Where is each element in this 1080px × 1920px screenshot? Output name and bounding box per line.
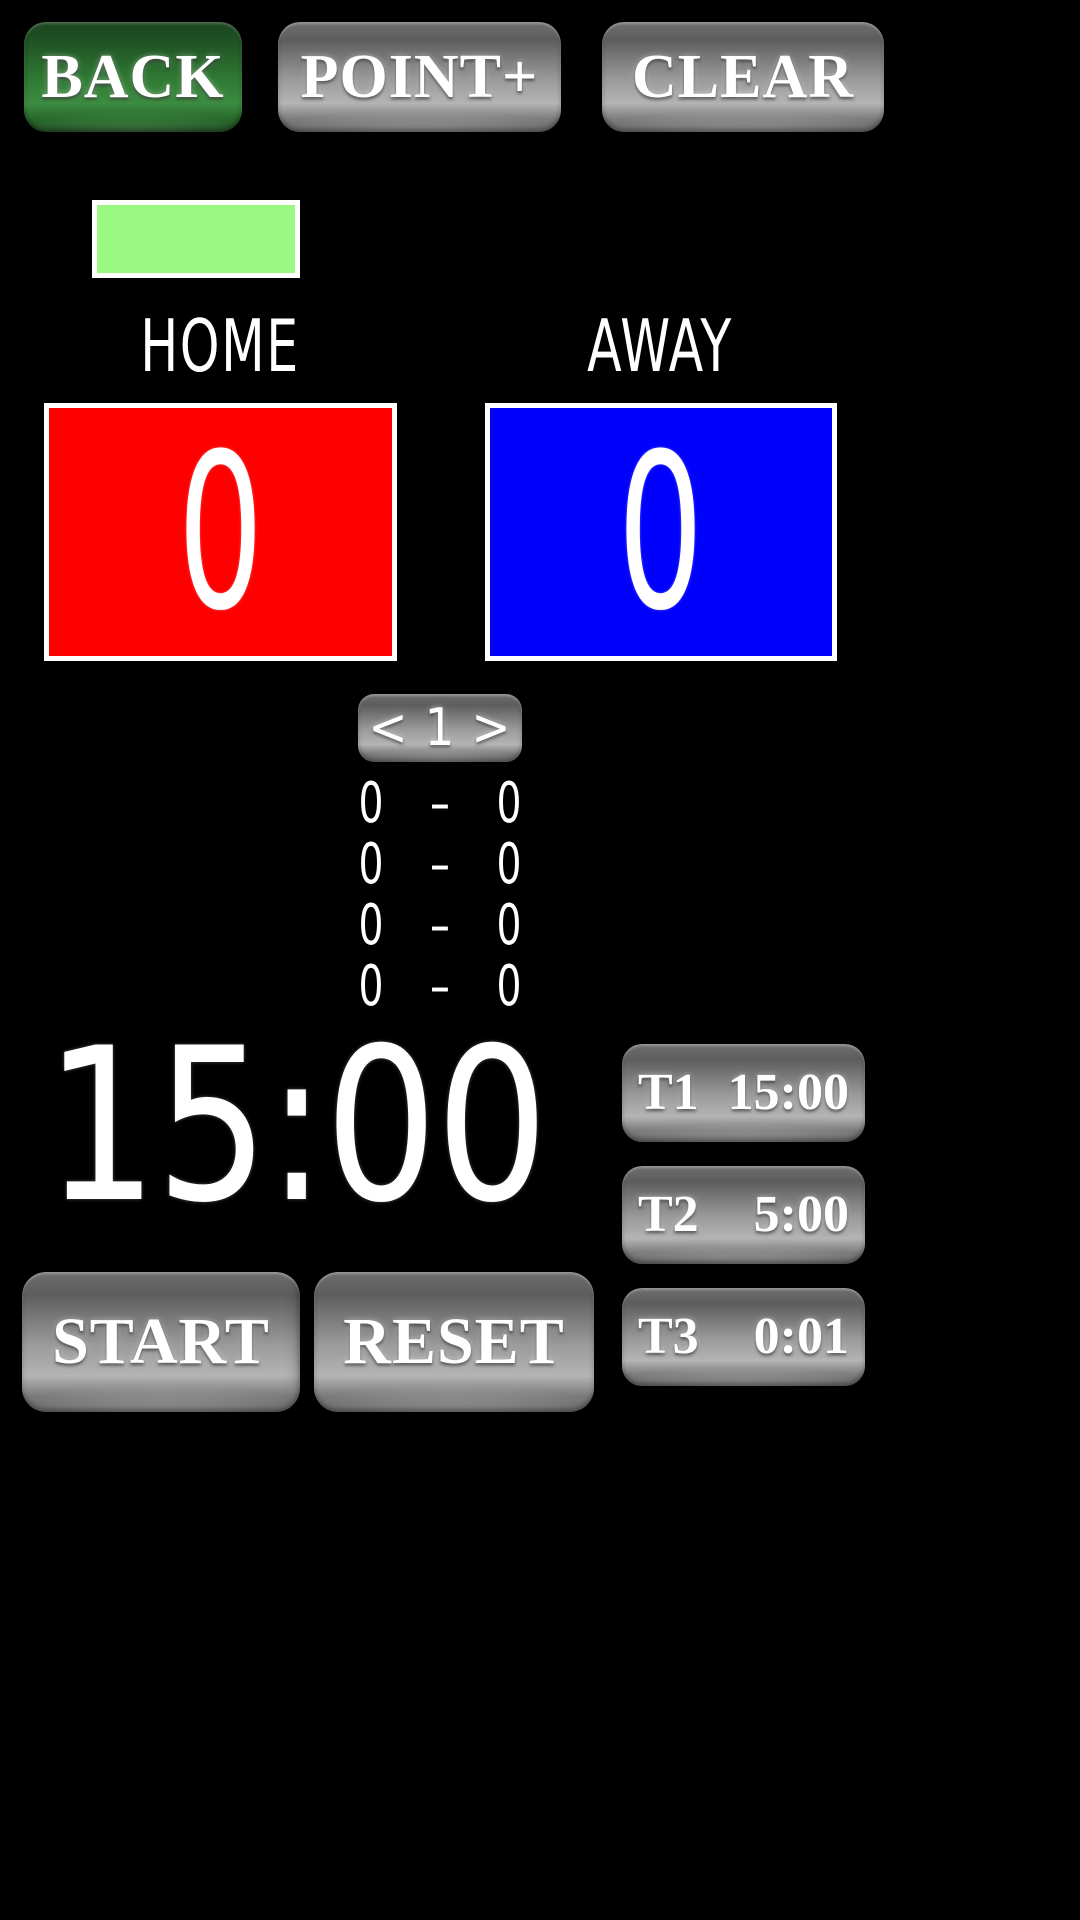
clear-button[interactable]: CLEAR — [602, 22, 884, 132]
period-current-value: 1 — [424, 698, 456, 758]
scoreboard-screen: BACK POINT+ CLEAR HOME AWAY 0 0 < 1 > 0 … — [0, 0, 1080, 1920]
period-home-score: 0 — [358, 892, 384, 958]
period-selector[interactable]: < 1 > — [358, 694, 522, 762]
preset-t1-name: T1 — [638, 1064, 699, 1121]
period-score-row[interactable]: 0 – 0 — [355, 775, 525, 832]
preset-t1-time: 15:00 — [727, 1064, 849, 1121]
possession-indicator[interactable] — [92, 200, 300, 278]
period-score-list: 0 – 0 0 – 0 0 – 0 0 – 0 — [340, 775, 540, 1019]
timer-preset-t2[interactable]: T2 5:00 — [622, 1166, 865, 1264]
period-next-icon[interactable]: > — [471, 702, 511, 754]
away-team-label[interactable]: AWAY — [520, 310, 801, 382]
period-home-score: 0 — [358, 770, 384, 836]
home-team-label[interactable]: HOME — [80, 310, 361, 382]
away-score-box[interactable]: 0 — [485, 403, 837, 661]
home-score-value: 0 — [177, 406, 264, 658]
period-dash: – — [430, 831, 450, 897]
period-home-score: 0 — [358, 831, 384, 897]
timer-preset-t3[interactable]: T3 0:01 — [622, 1288, 865, 1386]
away-score-value: 0 — [617, 406, 705, 658]
game-clock-display[interactable]: 15:00 — [40, 1020, 552, 1232]
point-plus-button[interactable]: POINT+ — [278, 22, 561, 132]
period-score-row[interactable]: 0 – 0 — [355, 836, 525, 893]
back-button[interactable]: BACK — [24, 22, 242, 132]
preset-t3-time: 0:01 — [753, 1308, 849, 1365]
preset-t2-name: T2 — [638, 1186, 699, 1243]
period-prev-icon[interactable]: < — [368, 702, 408, 754]
preset-t2-time: 5:00 — [753, 1186, 849, 1243]
timer-preset-t1[interactable]: T1 15:00 — [622, 1044, 865, 1142]
period-away-score: 0 — [496, 892, 522, 958]
period-away-score: 0 — [496, 770, 522, 836]
preset-t3-name: T3 — [638, 1308, 699, 1365]
start-button[interactable]: START — [22, 1272, 300, 1412]
period-dash: – — [430, 770, 450, 836]
reset-button[interactable]: RESET — [314, 1272, 594, 1412]
period-score-row[interactable]: 0 – 0 — [355, 897, 525, 954]
period-dash: – — [430, 892, 450, 958]
home-score-box[interactable]: 0 — [44, 403, 397, 661]
period-away-score: 0 — [496, 831, 522, 897]
